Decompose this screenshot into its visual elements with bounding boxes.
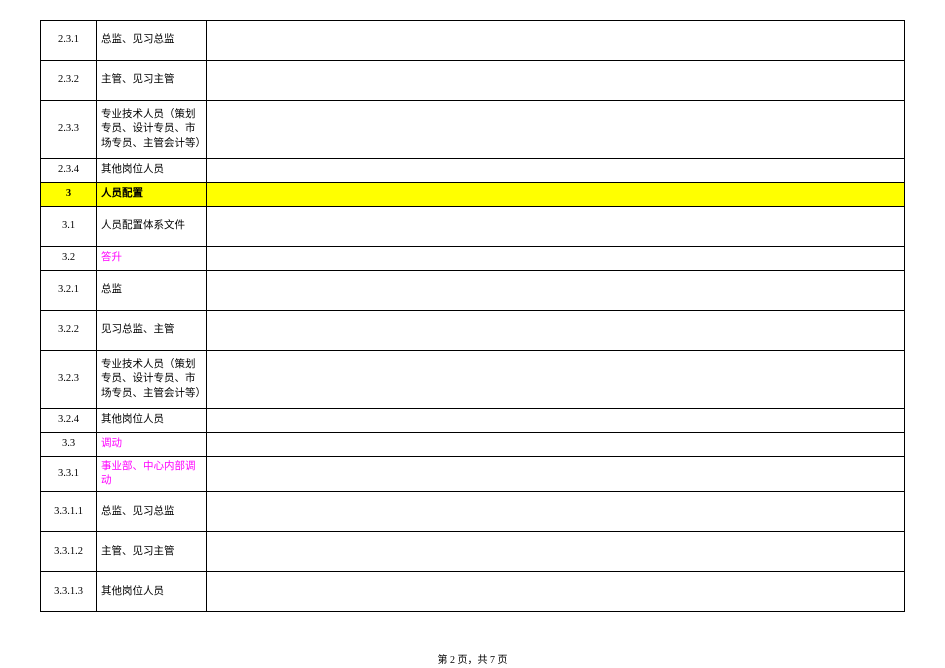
row-number: 2.3.4 — [41, 159, 97, 183]
row-content — [207, 247, 905, 271]
table-container: 2.3.1总监、见习总监2.3.2主管、见习主管2.3.3专业技术人员（策划专员… — [40, 20, 905, 612]
table-row: 3.3.1.1总监、见习总监 — [41, 492, 905, 532]
row-content — [207, 457, 905, 492]
table-row: 3.2.2见习总监、主管 — [41, 311, 905, 351]
row-number: 3.1 — [41, 207, 97, 247]
row-content — [207, 21, 905, 61]
table-row: 2.3.3专业技术人员（策划专员、设计专员、市场专员、主管会计等） — [41, 101, 905, 159]
row-number: 3.2.1 — [41, 271, 97, 311]
row-number: 3.3.1 — [41, 457, 97, 492]
row-number: 2.3.2 — [41, 61, 97, 101]
content-table: 2.3.1总监、见习总监2.3.2主管、见习主管2.3.3专业技术人员（策划专员… — [40, 20, 905, 612]
row-label: 总监 — [97, 271, 207, 311]
table-row: 3.3.1.3其他岗位人员 — [41, 572, 905, 612]
table-row: 3人员配置 — [41, 183, 905, 207]
table-row: 3.3.1.2主管、见习主管 — [41, 532, 905, 572]
row-content — [207, 159, 905, 183]
row-label: 其他岗位人员 — [97, 159, 207, 183]
table-row: 3.2.3专业技术人员（策划专员、设计专员、市场专员、主管会计等） — [41, 351, 905, 409]
row-label: 主管、见习主管 — [97, 61, 207, 101]
row-label: 专业技术人员（策划专员、设计专员、市场专员、主管会计等） — [97, 101, 207, 159]
table-row: 2.3.1总监、见习总监 — [41, 21, 905, 61]
row-label: 答升 — [97, 247, 207, 271]
table-row: 2.3.2主管、见习主管 — [41, 61, 905, 101]
row-label: 其他岗位人员 — [97, 409, 207, 433]
row-number: 3.3.1.2 — [41, 532, 97, 572]
row-label: 总监、见习总监 — [97, 492, 207, 532]
row-label: 专业技术人员（策划专员、设计专员、市场专员、主管会计等） — [97, 351, 207, 409]
row-number: 3.3 — [41, 433, 97, 457]
row-label: 人员配置体系文件 — [97, 207, 207, 247]
table-row: 3.2.1总监 — [41, 271, 905, 311]
row-number: 3.2.3 — [41, 351, 97, 409]
row-content — [207, 101, 905, 159]
row-content — [207, 409, 905, 433]
row-label: 事业部、中心内部调动 — [97, 457, 207, 492]
row-content — [207, 207, 905, 247]
row-label: 见习总监、主管 — [97, 311, 207, 351]
row-content — [207, 492, 905, 532]
row-content — [207, 183, 905, 207]
row-number: 3.2.2 — [41, 311, 97, 351]
row-label: 人员配置 — [97, 183, 207, 207]
row-content — [207, 572, 905, 612]
table-row: 3.2答升 — [41, 247, 905, 271]
row-label: 其他岗位人员 — [97, 572, 207, 612]
row-number: 3 — [41, 183, 97, 207]
row-label: 总监、见习总监 — [97, 21, 207, 61]
row-number: 2.3.3 — [41, 101, 97, 159]
row-content — [207, 351, 905, 409]
table-row: 3.3调动 — [41, 433, 905, 457]
row-content — [207, 271, 905, 311]
row-content — [207, 433, 905, 457]
table-row: 3.2.4其他岗位人员 — [41, 409, 905, 433]
row-number: 2.3.1 — [41, 21, 97, 61]
row-content — [207, 61, 905, 101]
row-label: 调动 — [97, 433, 207, 457]
page-footer: 第 2 页，共 7 页 — [0, 651, 945, 666]
row-content — [207, 532, 905, 572]
row-number: 3.2.4 — [41, 409, 97, 433]
table-row: 2.3.4其他岗位人员 — [41, 159, 905, 183]
table-row: 3.3.1事业部、中心内部调动 — [41, 457, 905, 492]
page: 2.3.1总监、见习总监2.3.2主管、见习主管2.3.3专业技术人员（策划专员… — [0, 0, 945, 668]
row-number: 3.3.1.1 — [41, 492, 97, 532]
row-content — [207, 311, 905, 351]
table-row: 3.1人员配置体系文件 — [41, 207, 905, 247]
row-number: 3.2 — [41, 247, 97, 271]
row-number: 3.3.1.3 — [41, 572, 97, 612]
row-label: 主管、见习主管 — [97, 532, 207, 572]
